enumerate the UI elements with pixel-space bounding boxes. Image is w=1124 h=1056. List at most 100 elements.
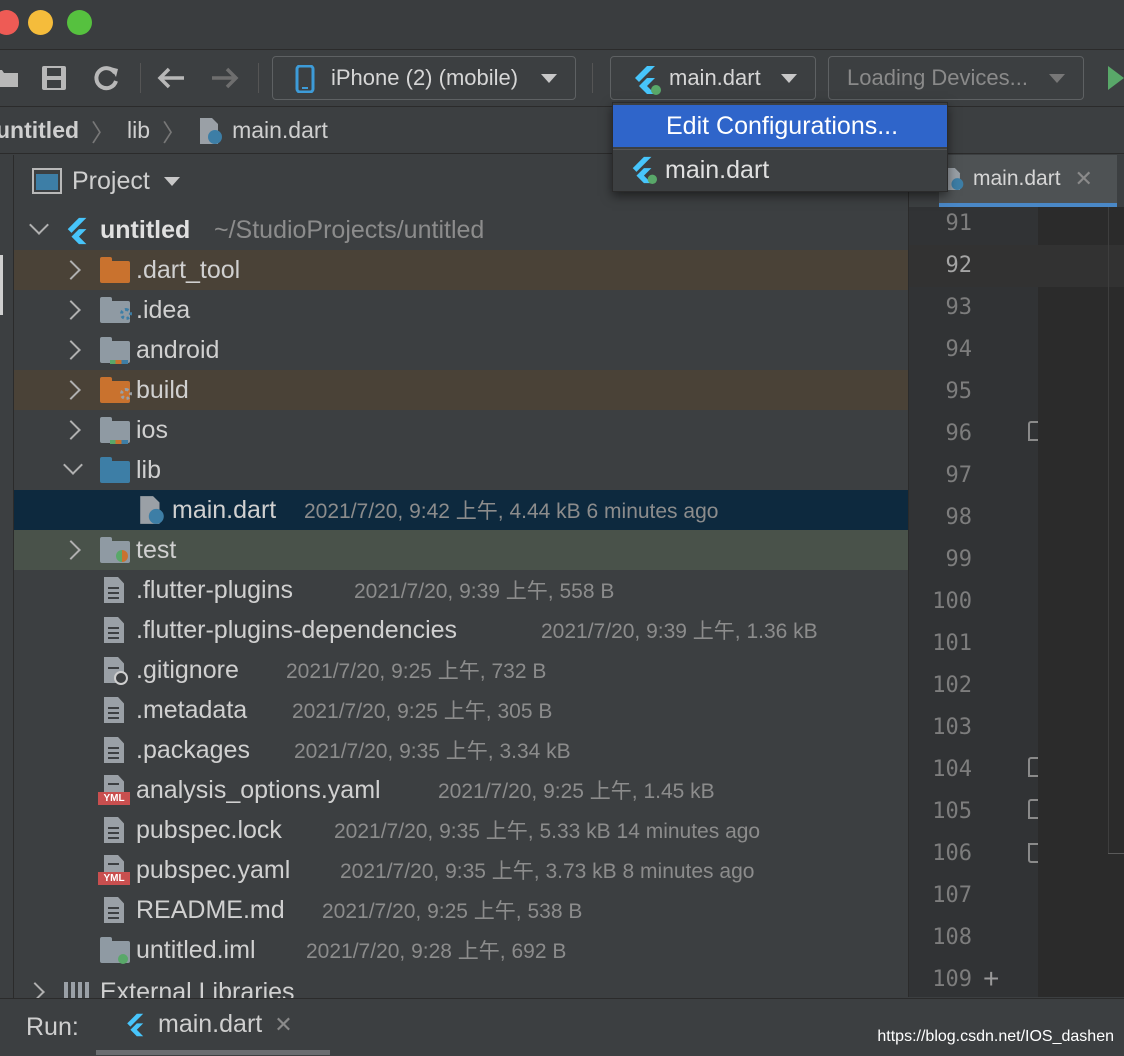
run-tool-window-bar: Run: main.dart ✕ — [0, 998, 1124, 1056]
toolbar-separator — [592, 63, 593, 93]
tree-item-meta: 2021/7/20, 9:25 上午, 732 B — [286, 660, 547, 683]
line-number-gutter: 91 92 93 94 95 96 97 98 99 100 101 102 103 104 105 106 1… — [908, 207, 1042, 997]
save-icon — [42, 66, 66, 90]
library-icon — [64, 982, 90, 998]
tree-item-external-libraries[interactable]: External Libraries — [14, 972, 908, 998]
tree-item-label: .flutter-plugins-dependencies — [136, 615, 458, 644]
save-all-button[interactable] — [38, 61, 70, 95]
tree-item-label: pubspec.lock — [136, 815, 282, 844]
chevron-right-icon[interactable] — [61, 300, 81, 320]
tree-item[interactable]: .metadata 2021/7/20, 9:25 上午, 305 B — [14, 690, 908, 730]
chevron-down-icon[interactable] — [29, 215, 49, 235]
chevron-right-icon[interactable] — [61, 540, 81, 560]
line-number: 102 — [932, 673, 972, 698]
editor-tab-main-dart[interactable]: main.dart ✕ — [939, 155, 1117, 207]
tree-item-meta: 2021/7/20, 9:25 上午, 305 B — [292, 700, 553, 723]
chevron-down-icon[interactable] — [63, 455, 83, 475]
tree-item[interactable]: .packages 2021/7/20, 9:35 上午, 3.34 kB — [14, 730, 908, 770]
tree-item-label: .metadata — [136, 695, 248, 724]
tree-item-meta: 2021/7/20, 9:42 上午, 4.44 kB 6 minutes ag… — [304, 500, 719, 523]
tree-item[interactable]: pubspec.lock 2021/7/20, 9:35 上午, 5.33 kB… — [14, 810, 908, 850]
tree-item[interactable]: .idea — [14, 290, 908, 330]
tree-item[interactable]: .flutter-plugins-dependencies 2021/7/20,… — [14, 610, 908, 650]
flutter-icon — [127, 1013, 144, 1036]
chevron-down-icon — [781, 74, 797, 83]
breadcrumb-item-file[interactable]: main.dart — [232, 117, 328, 144]
code-area[interactable] — [1038, 207, 1124, 997]
line-number: 96 — [945, 421, 973, 446]
file-icon — [104, 817, 124, 843]
close-window-button[interactable] — [0, 10, 19, 35]
tree-item[interactable]: ios — [14, 410, 908, 450]
tree-item[interactable]: android — [14, 330, 908, 370]
project-panel-title[interactable]: Project — [72, 167, 150, 196]
tree-item[interactable]: .dart_tool — [14, 250, 908, 290]
run-panel-label: Run: — [26, 1013, 79, 1041]
tree-item-label: .idea — [136, 295, 191, 324]
title-bar — [0, 0, 1124, 50]
breadcrumb-item-project[interactable]: untitled — [0, 117, 79, 144]
close-icon[interactable]: ✕ — [274, 1012, 292, 1038]
flutter-icon — [632, 156, 657, 184]
breadcrumb-item-lib[interactable]: lib — [127, 117, 150, 144]
line-number: 94 — [945, 337, 973, 362]
file-icon — [104, 697, 124, 723]
folder-source-icon — [100, 457, 130, 483]
menu-item-edit-configurations[interactable]: Edit Configurations... — [613, 105, 947, 147]
menu-item-main-dart[interactable]: main.dart — [613, 149, 947, 191]
tree-item-label: External Libraries — [100, 977, 295, 999]
run-config-selector[interactable]: main.dart — [610, 56, 816, 100]
open-folder-button[interactable] — [0, 61, 22, 95]
tree-item[interactable]: build — [14, 370, 908, 410]
line-number: 108 — [932, 925, 972, 950]
line-number: 105 — [932, 799, 972, 824]
tree-item[interactable]: YML pubspec.yaml 2021/7/20, 9:35 上午, 3.7… — [14, 850, 908, 890]
arrow-left-icon — [157, 67, 184, 89]
tree-item[interactable]: README.md 2021/7/20, 9:25 上午, 538 B — [14, 890, 908, 930]
run-button[interactable] — [1104, 61, 1124, 95]
target-device-selector[interactable]: Loading Devices... — [828, 56, 1084, 100]
line-number: 95 — [945, 379, 973, 404]
add-icon[interactable]: + — [983, 963, 999, 995]
chevron-right-icon[interactable] — [61, 380, 81, 400]
yml-badge: YML — [98, 792, 130, 805]
editor-tab-label: main.dart — [973, 167, 1061, 190]
minimize-window-button[interactable] — [28, 10, 53, 35]
sync-button[interactable] — [90, 61, 122, 95]
tree-root[interactable]: untitled ~/StudioProjects/untitled — [14, 210, 908, 250]
device-selector-label: iPhone (2) (mobile) — [331, 65, 519, 90]
chevron-right-icon[interactable] — [61, 420, 81, 440]
tree-item-selected[interactable]: main.dart 2021/7/20, 9:42 上午, 4.44 kB 6 … — [14, 490, 908, 530]
arrow-right-icon — [212, 67, 239, 89]
tree-item[interactable]: YML analysis_options.yaml 2021/7/20, 9:2… — [14, 770, 908, 810]
zoom-window-button[interactable] — [67, 10, 92, 35]
line-number: 92 — [945, 253, 973, 278]
line-number: 93 — [945, 295, 973, 320]
device-selector[interactable]: iPhone (2) (mobile) — [272, 56, 576, 100]
run-tab-label: main.dart — [158, 1010, 263, 1038]
menu-item-label: Edit Configurations... — [666, 111, 899, 140]
tree-item[interactable]: .gitignore 2021/7/20, 9:25 上午, 732 B — [14, 650, 908, 690]
close-icon[interactable]: ✕ — [1075, 166, 1093, 192]
tree-item-label: android — [136, 335, 220, 364]
tree-item[interactable]: test — [14, 530, 908, 570]
file-icon — [104, 577, 124, 603]
root-name: untitled — [100, 215, 191, 244]
chevron-right-icon[interactable] — [61, 260, 81, 280]
tree-item[interactable]: .flutter-plugins 2021/7/20, 9:39 上午, 558… — [14, 570, 908, 610]
main-toolbar: iPhone (2) (mobile) main.dart Loading De… — [0, 51, 1124, 107]
module-dots-icon — [110, 440, 128, 444]
tree-item[interactable]: lib — [14, 450, 908, 490]
forward-button[interactable] — [208, 61, 242, 95]
run-tab-main-dart[interactable]: main.dart ✕ — [96, 999, 330, 1055]
chevron-right-icon[interactable] — [25, 982, 45, 998]
project-view-icon — [32, 168, 62, 194]
file-icon — [104, 617, 124, 643]
tree-item[interactable]: untitled.iml 2021/7/20, 9:28 上午, 692 B — [14, 930, 908, 970]
line-number: 106 — [932, 841, 972, 866]
tree-item-label: untitled.iml — [136, 935, 256, 964]
chevron-down-icon[interactable] — [163, 176, 180, 186]
back-button[interactable] — [154, 61, 188, 95]
run-config-label: main.dart — [669, 65, 761, 90]
chevron-right-icon[interactable] — [61, 340, 81, 360]
